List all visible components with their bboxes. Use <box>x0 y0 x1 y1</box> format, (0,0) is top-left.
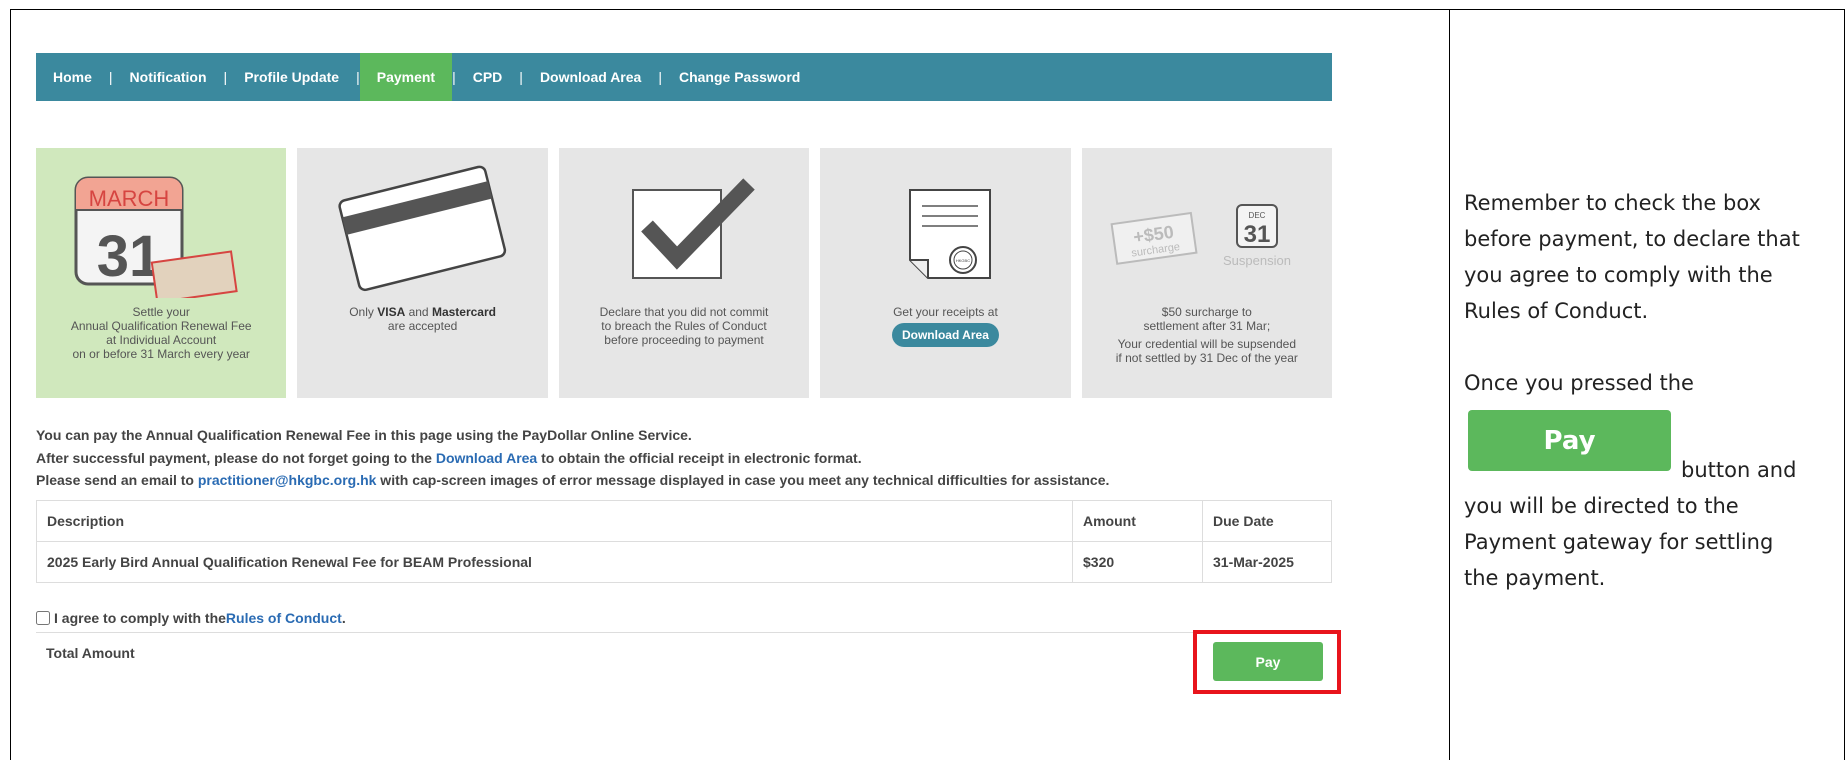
calendar-day: 31 <box>97 224 162 289</box>
calendar-icon: MARCH 31 <box>36 148 286 304</box>
credit-card-icon <box>297 148 547 298</box>
annotation-pay-sample: Pay <box>1468 410 1671 471</box>
info-line-2: After successful payment, please do not … <box>36 449 862 466</box>
nav-cpd[interactable]: CPD <box>456 53 520 101</box>
tile-deadline: MARCH 31 Settle your Annual Qualificatio… <box>36 148 287 398</box>
annotation-para-2-line1: Once you pressed the <box>1464 371 1694 395</box>
nav-home[interactable]: Home <box>36 53 109 101</box>
annotation-para-1: Remember to check the box before payment… <box>1464 191 1800 323</box>
tile-declare: Declare that you did not commit to breac… <box>558 148 810 398</box>
row-amount: $320 <box>1072 541 1203 583</box>
calendar-month: MARCH <box>89 186 170 211</box>
row-due-date: 31-Mar-2025 <box>1202 541 1332 583</box>
nav-notification[interactable]: Notification <box>113 53 224 101</box>
annotation-para-2-rest: you will be directed to the Payment gate… <box>1464 494 1774 590</box>
download-area-link[interactable]: Download Area <box>436 450 537 466</box>
tile-surcharge-caption: $50 surcharge to settlement after 31 Mar… <box>1115 305 1298 365</box>
info-line-3: Please send an email to practitioner@hkg… <box>36 472 1110 488</box>
nav-download-area[interactable]: Download Area <box>523 53 658 101</box>
checkmark-icon <box>559 148 809 298</box>
total-amount-label: Total Amount <box>46 645 135 661</box>
tile-receipt: HKGBC Get your receipts at Download Area <box>820 148 1071 398</box>
payment-info: You can pay the Annual Qualification Ren… <box>36 424 1109 492</box>
tile-deadline-caption: Settle your Annual Qualification Renewal… <box>70 305 252 361</box>
info-line-1: You can pay the Annual Qualification Ren… <box>36 427 692 443</box>
nav-change-password[interactable]: Change Password <box>662 53 817 101</box>
divider-line <box>36 632 1332 633</box>
tile-surcharge: +$50 surcharge DEC 31 Suspension $50 sur… <box>1081 148 1333 398</box>
header-due-date: Due Date <box>1202 500 1332 542</box>
nav-profile-update[interactable]: Profile Update <box>227 53 356 101</box>
receipt-icon: HKGBC <box>820 148 1070 298</box>
tile-receipt-caption: Get your receipts at Download Area <box>820 305 1070 347</box>
fee-table: Description Amount Due Date 2025 Early B… <box>36 500 1332 583</box>
download-area-button[interactable]: Download Area <box>891 323 999 347</box>
table-header-row: Description Amount Due Date <box>36 500 1332 542</box>
svg-text:DEC: DEC <box>1248 211 1265 220</box>
annotation-button-and: button and <box>1681 458 1797 482</box>
agree-row: I agree to comply with the Rules of Cond… <box>36 610 346 626</box>
info-tiles: MARCH 31 Settle your Annual Qualificatio… <box>36 148 1333 398</box>
main-navbar: Home | Notification | Profile Update | P… <box>36 53 1332 101</box>
pay-button[interactable]: Pay <box>1213 642 1323 681</box>
header-amount: Amount <box>1072 500 1203 542</box>
seal-text: HKGBC <box>956 258 970 263</box>
rules-of-conduct-link[interactable]: Rules of Conduct <box>226 610 342 626</box>
tile-cards-caption: Only VISA and Mastercard are accepted <box>349 305 496 333</box>
row-description: 2025 Early Bird Annual Qualification Ren… <box>36 541 1073 583</box>
agree-checkbox[interactable] <box>36 611 50 625</box>
header-description: Description <box>36 500 1073 542</box>
tile-cards: Only VISA and Mastercard are accepted <box>297 148 548 398</box>
panel-divider <box>1449 9 1450 760</box>
tile-declare-caption: Declare that you did not commit to breac… <box>599 305 769 347</box>
suspension-calendar-icon: DEC 31 <box>1235 204 1278 248</box>
svg-text:31: 31 <box>1243 221 1270 248</box>
suspension-label: Suspension <box>1223 253 1291 268</box>
nav-payment[interactable]: Payment <box>359 53 453 101</box>
table-row: 2025 Early Bird Annual Qualification Ren… <box>36 541 1332 583</box>
surcharge-stamp-icon: +$50 surcharge <box>1110 211 1198 265</box>
email-link[interactable]: practitioner@hkgbc.org.hk <box>198 472 377 488</box>
